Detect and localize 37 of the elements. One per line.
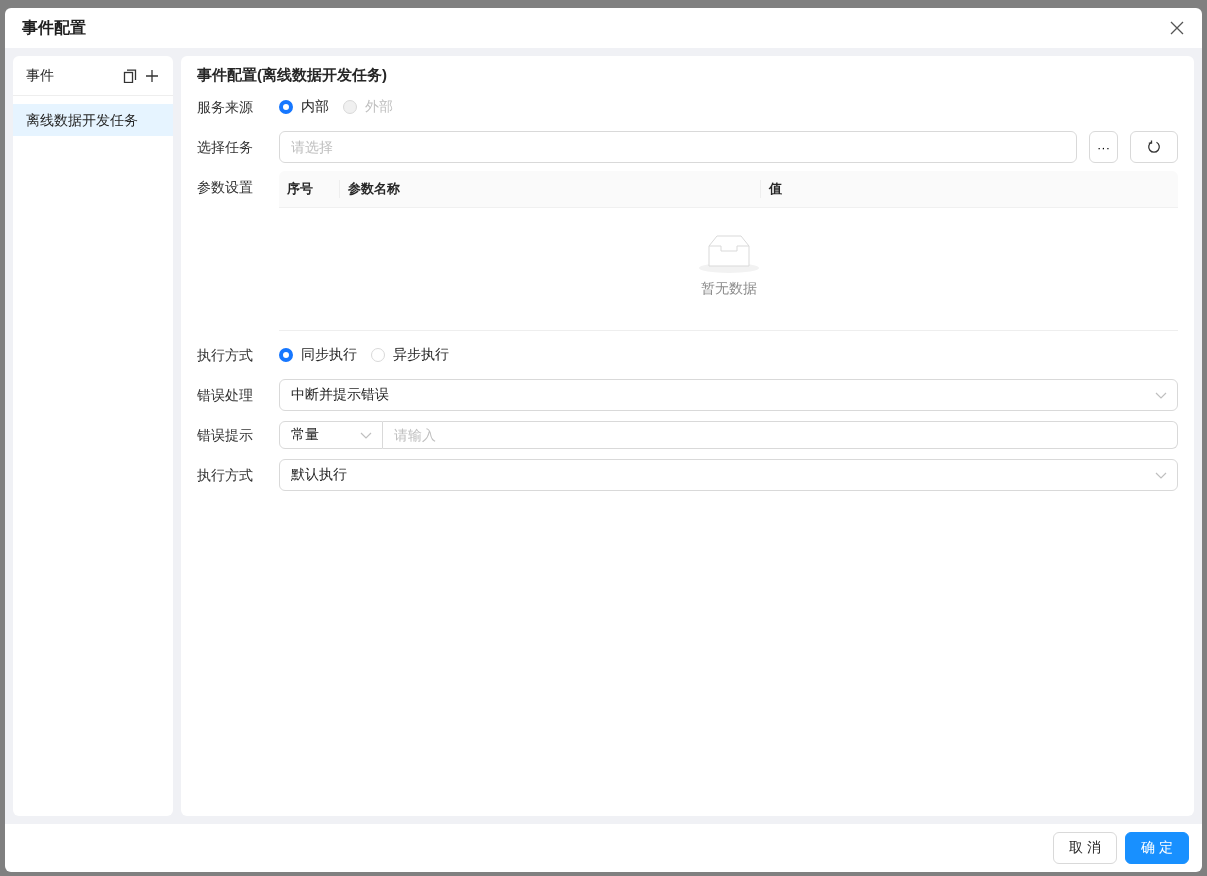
radio-button[interactable]	[279, 100, 293, 114]
close-icon	[1170, 21, 1184, 35]
close-button[interactable]	[1168, 19, 1186, 37]
field-label: 服务来源	[197, 98, 254, 117]
plus-icon	[145, 68, 159, 83]
dropdown[interactable]: 中断并提示错误	[279, 379, 1178, 411]
column-header: 参数名称	[339, 180, 760, 198]
text-field[interactable]: 请输入	[383, 421, 1178, 449]
panel-title: 事件	[26, 66, 54, 85]
field-label: 执行方式	[197, 346, 254, 365]
select-field[interactable]: 请选择	[279, 131, 1077, 163]
more-button[interactable]: ···	[1089, 131, 1118, 163]
refresh-icon	[1147, 140, 1161, 154]
field-label: 错误提示	[197, 426, 254, 445]
dropdown[interactable]: 默认执行	[279, 459, 1178, 491]
cancel-button[interactable]: 取 消	[1053, 832, 1118, 864]
radio-option[interactable]: 同步执行	[279, 346, 357, 364]
dialog-title: 事件配置	[22, 17, 86, 38]
field-label: 执行方式	[197, 466, 254, 485]
field-label: 参数设置	[197, 178, 254, 197]
chevron-down-icon	[360, 431, 372, 439]
copy-icon	[123, 68, 137, 83]
refresh-button[interactable]	[1130, 131, 1178, 163]
radio-button[interactable]	[279, 348, 293, 362]
field-label: 选择任务	[197, 138, 254, 157]
event-item[interactable]: 离线数据开发任务	[13, 104, 173, 136]
column-header: 值	[760, 180, 790, 198]
column-header: 序号	[286, 180, 314, 198]
section-title: 事件配置(离线数据开发任务)	[197, 66, 388, 85]
radio-option[interactable]: 内部	[279, 98, 329, 116]
type-dropdown[interactable]: 常量	[279, 421, 383, 449]
chevron-down-icon	[1155, 471, 1167, 479]
field-label: 错误处理	[197, 386, 254, 405]
radio-option[interactable]: 异步执行	[371, 346, 449, 364]
empty-box-icon	[696, 232, 761, 274]
chevron-down-icon	[1155, 391, 1167, 399]
empty-message: 暂无数据	[700, 280, 757, 298]
